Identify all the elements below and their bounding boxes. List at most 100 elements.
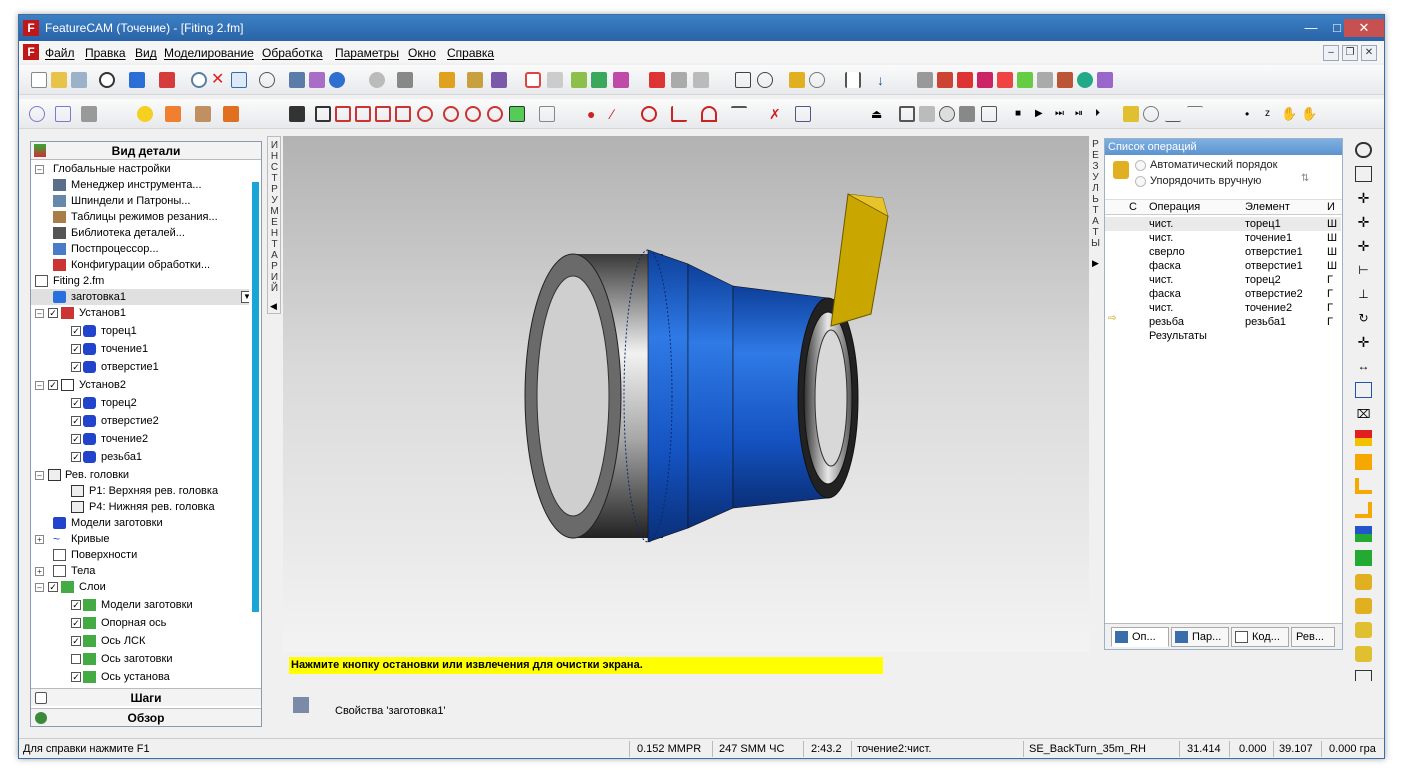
- mdi-minimize-button[interactable]: –: [1323, 45, 1339, 61]
- view-pan-icon[interactable]: ✛: [1355, 334, 1372, 350]
- rect-icon[interactable]: [795, 106, 811, 122]
- pencil-icon[interactable]: [467, 72, 483, 88]
- shade-green-icon[interactable]: [1355, 550, 1372, 566]
- shade-orange-icon[interactable]: [1355, 454, 1372, 470]
- properties-icon[interactable]: [289, 72, 305, 88]
- feature-orange-icon[interactable]: [165, 106, 181, 122]
- fast-forward-icon[interactable]: ⏭: [1055, 106, 1071, 122]
- layers-icon[interactable]: [959, 106, 975, 122]
- tree-stock[interactable]: заготовка1 ▼: [31, 289, 249, 305]
- wizard-icon[interactable]: [309, 72, 325, 88]
- mdi-close-button[interactable]: ✕: [1361, 45, 1377, 61]
- col-extra[interactable]: И: [1327, 201, 1335, 213]
- recognize-icon[interactable]: [491, 72, 507, 88]
- col-c[interactable]: С: [1129, 201, 1137, 213]
- snap-circle-icon[interactable]: [417, 106, 433, 122]
- box-icon[interactable]: [735, 72, 751, 88]
- collapse-icon[interactable]: –: [35, 381, 44, 390]
- option-auto-order[interactable]: Автоматический порядок: [1135, 159, 1277, 171]
- step-op-icon[interactable]: ⏵: [1095, 106, 1111, 122]
- shaded-icon[interactable]: [939, 106, 955, 122]
- table-icon[interactable]: [693, 72, 709, 88]
- stock-view-icon[interactable]: [899, 106, 915, 122]
- view-purple-icon[interactable]: [1097, 72, 1113, 88]
- solid-tool-icon[interactable]: [223, 106, 239, 122]
- trim-icon[interactable]: ✗: [769, 106, 785, 122]
- snap-point-icon[interactable]: [315, 106, 331, 122]
- delete-icon[interactable]: ✕: [211, 72, 227, 88]
- mdi-restore-button[interactable]: ❐: [1342, 45, 1358, 61]
- operation-row[interactable]: чист. точение1 Ш: [1105, 231, 1341, 245]
- stock-cube2-icon[interactable]: [1355, 646, 1372, 662]
- part-view-icon[interactable]: [919, 106, 935, 122]
- menu-help[interactable]: Справка: [447, 46, 494, 60]
- document-icon[interactable]: F: [23, 44, 39, 60]
- option-manual-order[interactable]: Упорядочить вручную: [1135, 175, 1261, 187]
- collapse-icon[interactable]: –: [35, 583, 44, 592]
- view-magenta-icon[interactable]: [977, 72, 993, 88]
- curve-tool-icon[interactable]: [55, 106, 71, 122]
- chart-icon[interactable]: [981, 106, 997, 122]
- slider-icon[interactable]: [1187, 106, 1203, 122]
- stop-sim-icon[interactable]: ■: [1015, 106, 1031, 122]
- globe-view-icon[interactable]: [99, 72, 115, 88]
- nc-code-icon[interactable]: [613, 72, 629, 88]
- layer-checkbox[interactable]: ✓: [71, 636, 81, 646]
- close-button[interactable]: ✕: [1344, 19, 1384, 37]
- turn2-checkbox[interactable]: ✓: [71, 434, 81, 444]
- hole2-checkbox[interactable]: ✓: [71, 416, 81, 426]
- stock-dropdown-icon[interactable]: ▼: [241, 291, 249, 303]
- surface-icon[interactable]: [195, 106, 211, 122]
- new-file-icon[interactable]: [31, 72, 47, 88]
- results-vertical-tab[interactable]: РЕЗУЛЬТАТЫ ▶: [1089, 136, 1103, 268]
- view-top-icon[interactable]: ✛: [1355, 238, 1372, 254]
- layer-checkbox[interactable]: [71, 654, 81, 664]
- tree-scrollbar[interactable]: [252, 182, 259, 612]
- snap-tangent-icon[interactable]: [465, 106, 481, 122]
- z-axis-icon[interactable]: z: [1265, 106, 1281, 122]
- expand-icon[interactable]: +: [35, 567, 44, 576]
- view-fit-icon[interactable]: ↔: [1355, 358, 1372, 374]
- shade-red-icon[interactable]: [1355, 430, 1372, 446]
- lock-icon[interactable]: [1113, 161, 1129, 179]
- layer-checkbox[interactable]: ✓: [71, 672, 81, 682]
- stock-yellow-icon[interactable]: [1355, 574, 1372, 590]
- steps-tab[interactable]: Шаги: [31, 688, 261, 706]
- snap-quad-icon[interactable]: [487, 106, 503, 122]
- dot-icon[interactable]: •: [1245, 106, 1261, 122]
- tab-code[interactable]: Код...: [1231, 627, 1289, 647]
- view-window-icon[interactable]: [1355, 382, 1372, 398]
- menu-window[interactable]: Окно: [408, 46, 436, 60]
- measure-icon[interactable]: [809, 72, 825, 88]
- shape-icon[interactable]: [29, 106, 45, 122]
- graph-icon[interactable]: [1165, 106, 1181, 122]
- view-gray2-icon[interactable]: [1037, 72, 1053, 88]
- view-teal-icon[interactable]: [1077, 72, 1093, 88]
- collapse-icon[interactable]: –: [35, 309, 44, 318]
- view-red-icon[interactable]: [937, 72, 953, 88]
- arrow-down-icon[interactable]: ↓: [877, 72, 893, 88]
- setup1-checkbox[interactable]: ✓: [48, 308, 58, 318]
- toolbox-vertical-tab[interactable]: ИНСТРУМЕНТАРИЙ ◀: [267, 136, 281, 314]
- layer-checkbox[interactable]: ✓: [71, 618, 81, 628]
- rapid-icon[interactable]: [547, 72, 563, 88]
- operation-row[interactable]: фаска отверстие1 Ш: [1105, 259, 1341, 273]
- tab-turrets[interactable]: Рев...: [1291, 627, 1335, 647]
- snap-cross-icon[interactable]: [395, 106, 411, 122]
- menu-machining[interactable]: Обработка: [262, 46, 323, 60]
- snap-end-icon[interactable]: [335, 106, 351, 122]
- tab-parameters[interactable]: Пар...: [1171, 627, 1229, 647]
- menu-edit[interactable]: Правка: [85, 46, 126, 60]
- face2-checkbox[interactable]: ✓: [71, 398, 81, 408]
- cube-icon[interactable]: [129, 72, 145, 88]
- face1-checkbox[interactable]: ✓: [71, 326, 81, 336]
- properties-icon[interactable]: [293, 697, 309, 713]
- stock-yellow2-icon[interactable]: [1355, 598, 1372, 614]
- arc-icon[interactable]: [701, 106, 717, 122]
- expand-icon[interactable]: +: [35, 535, 44, 544]
- hole1-checkbox[interactable]: ✓: [71, 362, 81, 372]
- view-red2-icon[interactable]: [957, 72, 973, 88]
- minimize-button[interactable]: —: [1298, 19, 1324, 37]
- thread1-checkbox[interactable]: ✓: [71, 452, 81, 462]
- view-brown-icon[interactable]: [1057, 72, 1073, 88]
